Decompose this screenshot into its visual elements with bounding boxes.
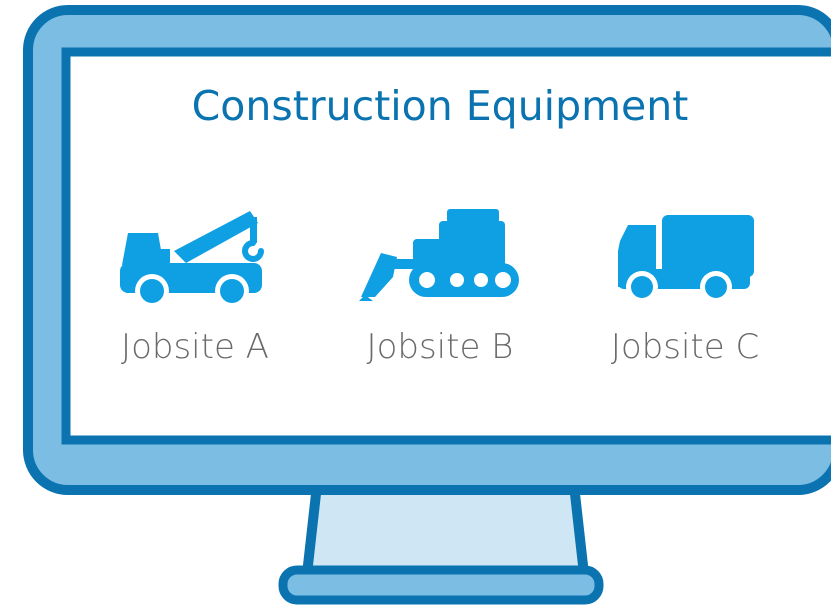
stage: Construction Equipment Jobsite A Jobsite… bbox=[0, 0, 831, 606]
screen-title: Construction Equipment bbox=[191, 82, 689, 130]
jobsite-label: Jobsite A bbox=[121, 327, 269, 367]
bulldozer-icon bbox=[359, 209, 519, 301]
jobsite-label: Jobsite C bbox=[610, 327, 760, 367]
monitor-base bbox=[278, 565, 604, 605]
jobsite-a[interactable]: Jobsite A bbox=[100, 205, 290, 375]
box-truck-icon bbox=[618, 215, 754, 303]
jobsite-b[interactable]: Jobsite B bbox=[345, 205, 535, 375]
jobsite-label: Jobsite B bbox=[366, 327, 514, 367]
jobsite-c[interactable]: Jobsite C bbox=[590, 205, 780, 375]
tow-truck-icon bbox=[120, 211, 264, 308]
